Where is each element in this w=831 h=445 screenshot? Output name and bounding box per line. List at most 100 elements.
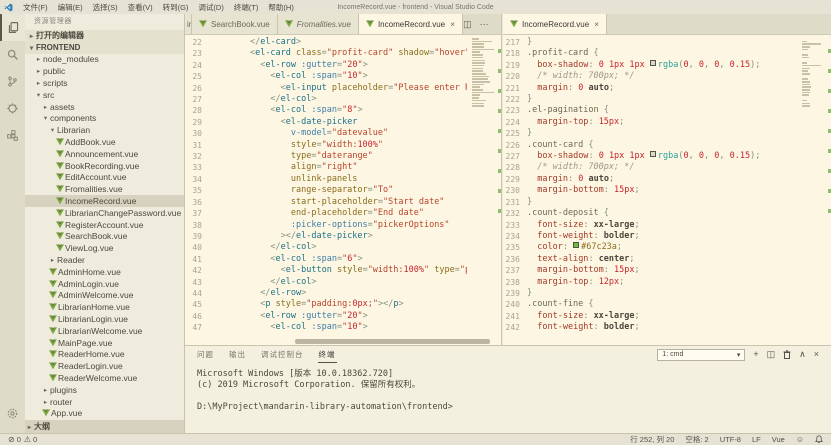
line-number: 33 <box>185 162 209 173</box>
code-line: 226.count-card { <box>503 140 797 151</box>
tree-file-Announcement-vue[interactable]: Announcement.vue <box>25 148 184 160</box>
chevron-down-icon: ▾ <box>41 114 50 122</box>
feedback-smiley-icon[interactable]: ☺ <box>796 435 804 444</box>
menu-文件[interactable]: 文件(F) <box>18 2 53 13</box>
tree-file-IncomeRecord-vue[interactable]: IncomeRecord.vue <box>25 195 184 207</box>
tab-IncomeRecord-vue[interactable]: IncomeRecord.vue× <box>503 14 607 34</box>
line-number: 235 <box>503 242 527 253</box>
vue-file-icon <box>48 315 58 323</box>
panel-controls: 1: cmd ▾ + ◫ ∧ × <box>657 349 831 361</box>
menu-查看[interactable]: 查看(V) <box>123 2 158 13</box>
menu-调试[interactable]: 调试(D) <box>193 2 228 13</box>
tree-folder-FRONTEND[interactable]: ▾FRONTEND <box>25 42 184 54</box>
tree-file-AdminLogin-vue[interactable]: AdminLogin.vue <box>25 278 184 290</box>
tree-file-EditAccount-vue[interactable]: EditAccount.vue <box>25 172 184 184</box>
problems-errors[interactable]: ⊘ 0 <box>8 435 21 444</box>
tree-file-LibrarianLogin-vue[interactable]: LibrarianLogin.vue <box>25 313 184 325</box>
maximize-panel-icon[interactable]: ∧ <box>799 350 806 359</box>
menu-帮助[interactable]: 帮助(H) <box>263 2 298 13</box>
manage-gear-icon[interactable] <box>0 400 25 427</box>
encoding[interactable]: UTF-8 <box>720 435 741 444</box>
more-actions-icon[interactable]: ⋯ <box>480 19 489 30</box>
source-control-icon[interactable] <box>0 68 25 95</box>
line-number: 42 <box>185 265 209 276</box>
minimap[interactable] <box>472 38 496 108</box>
kill-terminal-icon[interactable] <box>783 350 791 359</box>
panel-tab-调试控制台[interactable]: 调试控制台 <box>260 347 305 363</box>
code-line: 40 </el-col> <box>185 242 467 253</box>
tree-file-ViewLog-vue[interactable]: ViewLog.vue <box>25 242 184 254</box>
language-mode[interactable]: Vue <box>772 435 785 444</box>
code-line: 30 v-model="datevalue" <box>185 128 467 139</box>
tree-file-AddBook-vue[interactable]: AddBook.vue <box>25 136 184 148</box>
tree-folder-router[interactable]: ▸router <box>25 396 184 408</box>
tree-file-AdminHome-vue[interactable]: AdminHome.vue <box>25 266 184 278</box>
panel-tab-输出[interactable]: 输出 <box>228 347 247 363</box>
tree-item-label: scripts <box>43 78 68 88</box>
problems-warnings[interactable]: ⚠ 0 <box>24 435 37 444</box>
code-lines: 217}218.profit-card {219 box-shadow: 0 1… <box>503 37 797 334</box>
notifications-bell-icon[interactable] <box>815 435 823 444</box>
tab-SearchBook-vue[interactable]: SearchBook.vue <box>192 14 278 34</box>
menu-终端[interactable]: 终端(T) <box>229 2 264 13</box>
outline-section[interactable]: ▸ 大纲 <box>25 420 184 433</box>
tree-folder-node_modules[interactable]: ▸node_modules <box>25 54 184 66</box>
menu-转到[interactable]: 转到(G) <box>158 2 194 13</box>
panel-tab-终端[interactable]: 终端 <box>318 347 337 363</box>
tree-item-label: SearchBook.vue <box>65 231 127 241</box>
line-number: 41 <box>185 254 209 265</box>
tree-folder-Reader[interactable]: ▸Reader <box>25 254 184 266</box>
tree-folder-components[interactable]: ▾components <box>25 113 184 125</box>
extensions-icon[interactable] <box>0 122 25 149</box>
menu-编辑[interactable]: 编辑(E) <box>53 2 88 13</box>
cursor-position[interactable]: 行 252, 列 20 <box>630 434 674 445</box>
indentation[interactable]: 空格: 2 <box>685 434 708 445</box>
tree-folder-assets[interactable]: ▸assets <box>25 101 184 113</box>
horizontal-scrollbar[interactable] <box>295 339 490 344</box>
tree-file-ReaderWelcome-vue[interactable]: ReaderWelcome.vue <box>25 372 184 384</box>
code-line: 223.el-pagination { <box>503 105 797 116</box>
tree-file-BookRecording-vue[interactable]: BookRecording.vue <box>25 160 184 172</box>
tree-folder-scripts[interactable]: ▸scripts <box>25 77 184 89</box>
tab-close-icon[interactable]: × <box>450 19 455 29</box>
chevron-right-icon: ▸ <box>27 32 36 40</box>
menu-选择[interactable]: 选择(S) <box>88 2 123 13</box>
tree-file-ReaderLogin-vue[interactable]: ReaderLogin.vue <box>25 360 184 372</box>
tree-file-RegisterAccount-vue[interactable]: RegisterAccount.vue <box>25 219 184 231</box>
new-terminal-icon[interactable]: + <box>753 350 758 359</box>
panel-header: 问题输出调试控制台终端 1: cmd ▾ + ◫ ∧ × <box>185 346 831 363</box>
tree-file-LibrarianChangePassword-vue[interactable]: LibrarianChangePassword.vue <box>25 207 184 219</box>
code-line: 218.profit-card { <box>503 48 797 59</box>
tree-item-label: node_modules <box>43 54 99 64</box>
tree-file-SearchBook-vue[interactable]: SearchBook.vue <box>25 231 184 243</box>
debug-icon[interactable] <box>0 95 25 122</box>
tree-folder-打开的编辑器[interactable]: ▸打开的编辑器 <box>25 30 184 42</box>
tree-folder-Librarian[interactable]: ▾Librarian <box>25 124 184 136</box>
tree-file-LibrarianWelcome-vue[interactable]: LibrarianWelcome.vue <box>25 325 184 337</box>
tab-ing-vue[interactable]: ing.vue <box>185 14 192 34</box>
close-panel-icon[interactable]: × <box>814 350 819 359</box>
split-editor-icon[interactable]: ◫ <box>463 19 472 30</box>
search-icon[interactable] <box>0 41 25 68</box>
line-number: 242 <box>503 322 527 333</box>
tree-folder-plugins[interactable]: ▸plugins <box>25 384 184 396</box>
tree-file-LibrarianHome-vue[interactable]: LibrarianHome.vue <box>25 301 184 313</box>
tree-file-MainPage-vue[interactable]: MainPage.vue <box>25 337 184 349</box>
explorer-icon[interactable] <box>0 14 25 41</box>
minimap[interactable] <box>802 38 826 108</box>
tree-file-App-vue[interactable]: App.vue <box>25 408 184 420</box>
split-terminal-icon[interactable]: ◫ <box>767 350 776 359</box>
chevron-right-icon: ▸ <box>41 386 50 394</box>
tree-folder-src[interactable]: ▾src <box>25 89 184 101</box>
tab-IncomeRecord-vue[interactable]: IncomeRecord.vue× <box>359 14 463 34</box>
tab-close-icon[interactable]: × <box>594 19 599 29</box>
eol[interactable]: LF <box>752 435 761 444</box>
panel-tab-问题[interactable]: 问题 <box>196 347 215 363</box>
tree-file-Fromalities-vue[interactable]: Fromalities.vue <box>25 183 184 195</box>
tree-file-AdminWelcome-vue[interactable]: AdminWelcome.vue <box>25 290 184 302</box>
tab-Fromalities-vue[interactable]: Fromalities.vue <box>278 14 359 34</box>
tree-file-ReaderHome-vue[interactable]: ReaderHome.vue <box>25 349 184 361</box>
tree-folder-public[interactable]: ▸public <box>25 65 184 77</box>
terminal-shell-select[interactable]: 1: cmd ▾ <box>657 349 745 361</box>
code-line: 232.count-deposit { <box>503 208 797 219</box>
